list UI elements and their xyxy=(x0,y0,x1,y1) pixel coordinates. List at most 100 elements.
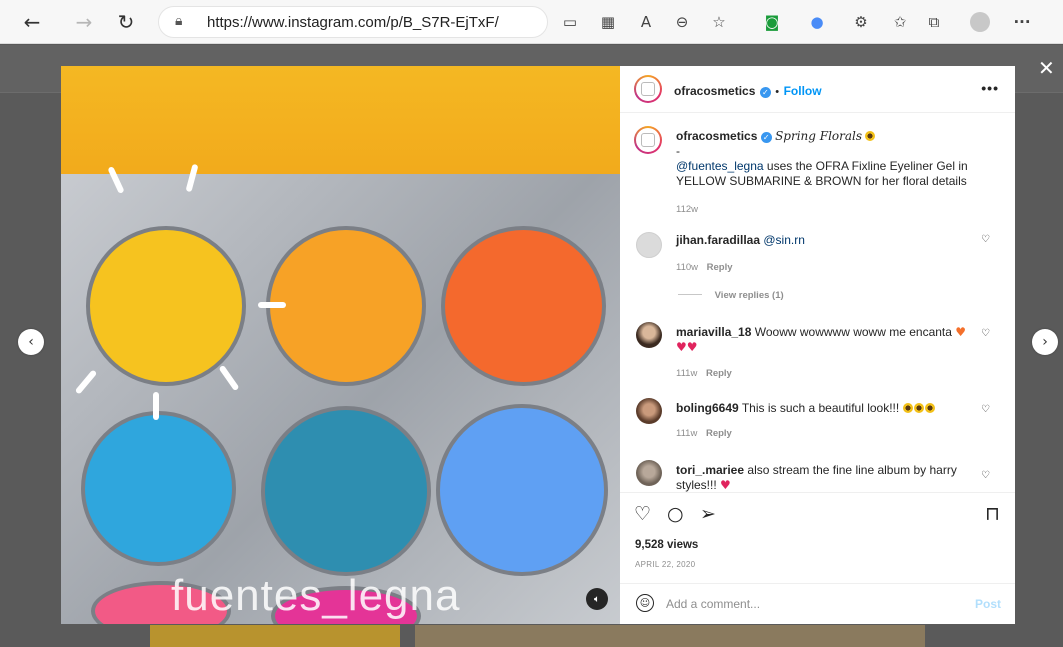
favorites-icon[interactable]: ✩ xyxy=(888,10,912,34)
sunflower-emoji-icon xyxy=(924,403,935,413)
like-heart-icon[interactable]: ♡ xyxy=(634,503,651,525)
settings-more-icon[interactable]: ··· xyxy=(1010,10,1034,34)
comment-item: boling6649 This is such a beautiful look… xyxy=(634,398,994,448)
reply-button[interactable]: Reply xyxy=(706,428,732,439)
palette-pan-light-blue xyxy=(436,404,608,576)
view-count[interactable]: 9,528 views xyxy=(635,539,698,551)
commenter-username[interactable]: boling6649 xyxy=(676,401,739,415)
add-favorite-icon[interactable]: ☆ xyxy=(707,10,731,34)
read-aloud-icon[interactable]: A xyxy=(634,10,658,34)
brand-logo-icon xyxy=(641,82,655,96)
forward-arrow-icon[interactable]: → xyxy=(70,8,98,36)
post-caption: ofracosmetics ✓ Spring Florals - @fuente… xyxy=(634,126,994,216)
caption-timestamp[interactable]: 112w xyxy=(676,204,698,215)
comment-item: jihan.faradillaa @sin.rn ♡ 110w Reply Vi… xyxy=(634,230,994,310)
comment-item: mariavilla_18 Wooww wowwww woww me encan… xyxy=(634,322,994,384)
palette-pan-yellow xyxy=(86,226,246,386)
view-replies-label[interactable]: View replies (1) xyxy=(715,290,784,301)
orange-heart-emoji-icon: ♥ xyxy=(955,325,967,339)
like-comment-heart-icon[interactable]: ♡ xyxy=(981,328,990,339)
verified-badge-icon: ✓ xyxy=(760,132,772,143)
commenter-avatar[interactable] xyxy=(636,322,662,348)
profile-avatar-icon[interactable] xyxy=(968,10,992,34)
commenter-avatar[interactable] xyxy=(636,398,662,424)
extensions-icon[interactable]: ⚙ xyxy=(849,10,873,34)
background-thumbnail xyxy=(150,625,400,647)
back-arrow-icon[interactable]: ← xyxy=(18,8,46,36)
red-heart-emoji-icon: ♥ xyxy=(686,340,698,354)
post-header: ofracosmetics ✓ • Follow ••• xyxy=(620,66,1015,113)
extension-shield-icon[interactable]: ◙ xyxy=(760,10,784,34)
video-yellow-surface xyxy=(61,66,620,184)
like-comment-heart-icon[interactable]: ♡ xyxy=(981,234,990,245)
follow-button[interactable]: Follow xyxy=(784,84,822,98)
share-send-icon[interactable]: ➢ xyxy=(700,503,716,525)
commenter-username[interactable]: mariavilla_18 xyxy=(676,325,751,339)
sparkle-line xyxy=(258,302,286,308)
caption-dash: - xyxy=(676,144,680,158)
background-thumbnail xyxy=(415,625,925,647)
red-heart-emoji-icon: ♥ xyxy=(720,478,731,492)
comment-timestamp[interactable]: 111w xyxy=(676,428,697,439)
post-comment-button[interactable]: Post xyxy=(975,597,1001,611)
view-replies-line xyxy=(678,294,702,295)
red-heart-emoji-icon: ♥ xyxy=(676,340,687,354)
commenter-username[interactable]: jihan.faradillaa xyxy=(676,233,760,247)
video-overlay-text: fuentes_legna xyxy=(171,571,461,620)
add-comment-input[interactable] xyxy=(666,594,956,614)
caption-title: Spring Florals xyxy=(775,129,863,143)
brand-logo-icon xyxy=(641,133,655,147)
palette-pan-glitter-teal xyxy=(261,406,431,576)
like-comment-heart-icon[interactable]: ♡ xyxy=(981,404,990,415)
palette-pan-blue xyxy=(81,411,236,566)
comments-list[interactable]: ofracosmetics ✓ Spring Florals - @fuente… xyxy=(620,114,1015,492)
verified-badge-icon: ✓ xyxy=(759,87,771,98)
save-bookmark-icon[interactable]: ⊓ xyxy=(985,503,1000,525)
commenter-avatar[interactable] xyxy=(636,232,662,258)
comment-text: Wooww wowwww woww me encanta xyxy=(754,325,952,339)
url-text: https://www.instagram.com/p/B_S7R-EjTxF/ xyxy=(207,14,499,31)
caption-mention-link[interactable]: @fuentes_legna xyxy=(676,159,764,173)
browser-toolbar: ← → ↻ 🔒︎ https://www.instagram.com/p/B_S… xyxy=(0,0,1063,44)
zoom-out-icon[interactable]: ⊖ xyxy=(670,10,694,34)
reply-button[interactable]: Reply xyxy=(707,262,733,273)
post-video[interactable]: fuentes_legna 🔈︎ xyxy=(61,66,620,624)
next-post-chevron-icon[interactable]: › xyxy=(1032,329,1058,355)
author-username[interactable]: ofracosmetics xyxy=(674,84,755,98)
comment-item: tori_.mariee also stream the fine line a… xyxy=(634,460,994,492)
comment-mention-link[interactable]: @sin.rn xyxy=(763,233,805,247)
commenter-username[interactable]: tori_.mariee xyxy=(676,463,744,477)
sparkle-line xyxy=(153,392,159,420)
audio-speaker-icon[interactable]: 🔈︎ xyxy=(586,588,608,610)
sunflower-emoji-icon xyxy=(902,403,913,413)
author-avatar[interactable] xyxy=(634,75,662,103)
emoji-picker-icon[interactable]: ☺ xyxy=(636,594,654,612)
commenter-avatar[interactable] xyxy=(636,460,662,486)
post-date: APRIL 22, 2020 xyxy=(635,560,696,569)
refresh-icon[interactable]: ↻ xyxy=(112,8,140,36)
reply-button[interactable]: Reply xyxy=(706,368,732,379)
app-available-icon[interactable]: ▭ xyxy=(558,10,582,34)
lock-icon[interactable]: 🔒︎ xyxy=(175,13,182,29)
collections-icon[interactable]: ⧉ xyxy=(922,10,946,34)
palette-pan-red-orange xyxy=(441,226,606,386)
sunflower-emoji-icon xyxy=(865,131,876,141)
caption-author-username[interactable]: ofracosmetics xyxy=(676,129,757,143)
more-options-icon[interactable]: ••• xyxy=(981,80,999,96)
comment-timestamp[interactable]: 110w xyxy=(676,262,698,273)
extension-circle-icon[interactable]: ● xyxy=(805,10,829,34)
qr-code-icon[interactable]: ▦ xyxy=(596,10,620,34)
address-bar[interactable]: 🔒︎ https://www.instagram.com/p/B_S7R-EjT… xyxy=(158,6,548,38)
comment-text: This is such a beautiful look!!! xyxy=(741,401,900,415)
add-comment-bar: ☺ Post xyxy=(620,583,1015,624)
close-modal-icon[interactable]: ✕ xyxy=(1038,56,1055,80)
palette-pan-orange xyxy=(266,226,426,386)
caption-author-avatar[interactable] xyxy=(634,126,662,154)
post-details-panel: ofracosmetics ✓ • Follow ••• ofracosmeti… xyxy=(620,66,1015,624)
previous-post-chevron-icon[interactable]: ‹ xyxy=(18,329,44,355)
post-actions: ♡ ○ ➢ ⊓ 9,528 views APRIL 22, 2020 xyxy=(620,492,1015,583)
view-replies-button[interactable]: View replies (1) xyxy=(678,290,784,301)
comment-timestamp[interactable]: 111w xyxy=(676,368,697,379)
comment-bubble-icon[interactable]: ○ xyxy=(667,503,684,525)
like-comment-heart-icon[interactable]: ♡ xyxy=(981,470,990,481)
